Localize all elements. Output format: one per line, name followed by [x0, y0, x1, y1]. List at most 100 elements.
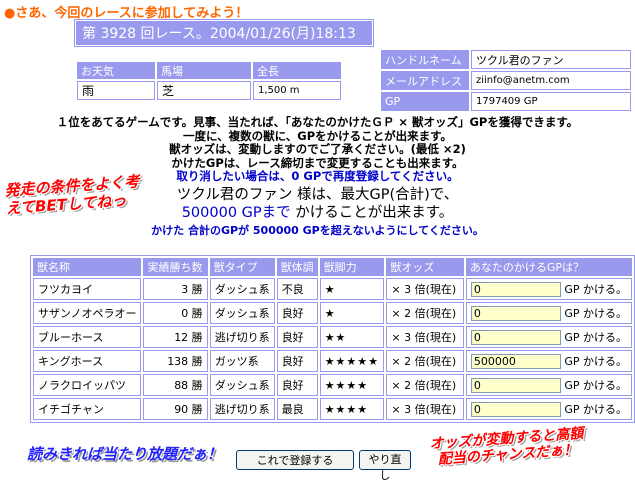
horse-name: ノラクロイッパツ [33, 374, 142, 396]
max-gp-mid-text: 様は、最大GP(合計)で、 [292, 187, 459, 203]
rules-line: １位をあてるゲームです。見事、当たれば、「あなたのかけたＧＰ × 獣オッズ」GP… [56, 115, 579, 129]
horse-power: ★★ [319, 326, 385, 348]
heading-text: さあ、今回のレースに参加してみよう！ [15, 6, 249, 21]
horse-condition: 最良 [276, 398, 318, 420]
gp-value: 1797409 GP [471, 92, 631, 111]
page-heading: ●さあ、今回のレースに参加してみよう！ [4, 2, 248, 21]
bet-cell: GP かける。 [465, 350, 632, 372]
email-value: ziinfo@anetm.com [471, 71, 631, 90]
col-header-name: 獣名称 [33, 258, 142, 276]
horse-name: フツカヨイ [33, 278, 142, 300]
col-header-condition: 獣体調 [276, 258, 318, 276]
horse-odds: × 2 倍(現在) [386, 350, 464, 372]
horse-wins: 90 勝 [143, 398, 208, 420]
col-header-odds: 獣オッズ [386, 258, 464, 276]
email-label: メールアドレス [381, 71, 469, 90]
max-gp-tail-text: かけることが出来ます。 [290, 205, 454, 221]
horse-wins: 12 勝 [143, 326, 208, 348]
weather-value: 雨 [77, 81, 155, 100]
rules-text: １位をあてるゲームです。見事、当たれば、「あなたのかけたＧＰ × 獣オッズ」GP… [0, 115, 635, 184]
bet-cell: GP かける。 [465, 374, 632, 396]
horse-power: ★ [319, 302, 385, 324]
gp-suffix: GP かける。 [564, 355, 627, 368]
col-header-wins: 実績勝ち数 [143, 258, 208, 276]
horse-power: ★★★★★ [319, 350, 385, 372]
race-title-banner: 第 3928 回レース。2004/01/26(月)18:13 [75, 20, 373, 46]
bet-cell: GP かける。 [465, 278, 632, 300]
table-row: ブルーホース 12 勝 逃げ切り系 良好 ★★ × 3 倍(現在) GP かける… [33, 326, 632, 348]
handle-label: ハンドルネーム [381, 50, 469, 69]
callout-odds-chance: オッズが変動すると高額 配当のチャンスだぁ！ [429, 426, 585, 469]
bet-input[interactable] [470, 282, 561, 297]
horse-power: ★ [319, 278, 385, 300]
horse-bet-table: 獣名称 実績勝ち数 獣タイプ 獣体調 獣脚力 獣オッズ あなたのかけるGPは？ … [31, 256, 634, 422]
horse-power: ★★★★ [319, 374, 385, 396]
total-gp-warning: かけた 合計のGPが 500000 GPを超えないようにしてください。 [151, 224, 484, 237]
bet-input[interactable] [470, 330, 561, 345]
table-row: ノラクロイッパツ 88 勝 ダッシュ系 良好 ★★★★ × 2 倍(現在) GP… [33, 374, 632, 396]
gp-suffix: GP かける。 [564, 283, 627, 296]
bet-cell: GP かける。 [465, 302, 632, 324]
bet-input[interactable] [470, 306, 561, 321]
bet-cell: GP かける。 [465, 326, 632, 348]
rules-line: 獣オッズは、変動しますのでご了承ください。(最低 ×2) [169, 142, 466, 156]
horse-table-header: 獣名称 実績勝ち数 獣タイプ 獣体調 獣脚力 獣オッズ あなたのかけるGPは？ [33, 258, 632, 276]
horse-name: キングホース [33, 350, 142, 372]
horse-name: サザンノオペラオー [33, 302, 142, 324]
bet-input[interactable] [470, 402, 561, 417]
horse-name: イチゴチャン [33, 398, 142, 420]
gp-label: GP [381, 92, 469, 111]
table-row: サザンノオペラオー 0 勝 ダッシュ系 良好 ★ × 2 倍(現在) GP かけ… [33, 302, 632, 324]
table-row: フツカヨイ 3 勝 ダッシュ系 不良 ★ × 3 倍(現在) GP かける。 [33, 278, 632, 300]
col-header-bet: あなたのかけるGPは？ [465, 258, 632, 276]
weather-header: お天気 [77, 62, 155, 79]
horse-type: 逃げ切り系 [209, 398, 275, 420]
horse-odds: × 2 倍(現在) [386, 374, 464, 396]
race-conditions-table: お天気 馬場 全長 雨 芝 1,500 m [75, 60, 343, 102]
horse-type: ダッシュ系 [209, 302, 275, 324]
horse-odds: × 2 倍(現在) [386, 302, 464, 324]
max-gp-amount: 500000 GPまで [181, 205, 291, 221]
horse-condition: 良好 [276, 374, 318, 396]
horse-odds: × 3 倍(現在) [386, 326, 464, 348]
bet-input[interactable] [470, 378, 561, 393]
horse-wins: 3 勝 [143, 278, 208, 300]
user-name-text: ツクル君のファン [176, 187, 293, 203]
gp-suffix: GP かける。 [564, 307, 627, 320]
horse-wins: 0 勝 [143, 302, 208, 324]
horse-type: ダッシュ系 [209, 278, 275, 300]
table-row: キングホース 138 勝 ガッツ系 良好 ★★★★★ × 2 倍(現在) GP … [33, 350, 632, 372]
gp-suffix: GP かける。 [564, 379, 627, 392]
horse-type: ダッシュ系 [209, 374, 275, 396]
horse-power: ★★★★ [319, 398, 385, 420]
bet-cell: GP かける。 [465, 398, 632, 420]
table-row: イチゴチャン 90 勝 逃げ切り系 最良 ★★★★ × 3 倍(現在) GP か… [33, 398, 632, 420]
user-info-table: ハンドルネーム ツクル君のファン メールアドレス ziinfo@anetm.co… [379, 48, 633, 113]
rules-line: かけたGPは、レース締切まで変更することも出来ます。 [171, 155, 464, 170]
horse-type: ガッツ系 [209, 350, 275, 372]
horse-condition: 良好 [276, 350, 318, 372]
horse-type: 逃げ切り系 [209, 326, 275, 348]
horse-wins: 138 勝 [143, 350, 208, 372]
gp-suffix: GP かける。 [564, 331, 627, 344]
horse-odds: × 3 倍(現在) [386, 278, 464, 300]
horse-condition: 不良 [276, 278, 318, 300]
col-header-type: 獣タイプ [209, 258, 275, 276]
horse-table-container: 獣名称 実績勝ち数 獣タイプ 獣体調 獣脚力 獣オッズ あなたのかけるGPは？ … [30, 255, 635, 423]
reset-button[interactable]: やり直し [359, 450, 411, 482]
rules-line: 一度に、複数の獣に、GPをかけることが出来ます。 [182, 128, 453, 143]
track-value: 芝 [157, 81, 251, 100]
horse-wins: 88 勝 [143, 374, 208, 396]
register-button[interactable]: これで登録する [236, 450, 354, 470]
horse-name: ブルーホース [33, 326, 142, 348]
bullet-icon: ● [4, 6, 16, 21]
horse-condition: 良好 [276, 326, 318, 348]
length-value: 1,500 m [253, 81, 341, 100]
callout-win-big: 読みきれば当たり放題だぁ！ [27, 445, 223, 463]
horse-condition: 良好 [276, 302, 318, 324]
gp-suffix: GP かける。 [564, 403, 627, 416]
handle-value: ツクル君のファン [471, 50, 631, 69]
bet-input[interactable] [470, 354, 561, 369]
length-header: 全長 [253, 62, 341, 79]
col-header-power: 獣脚力 [319, 258, 385, 276]
